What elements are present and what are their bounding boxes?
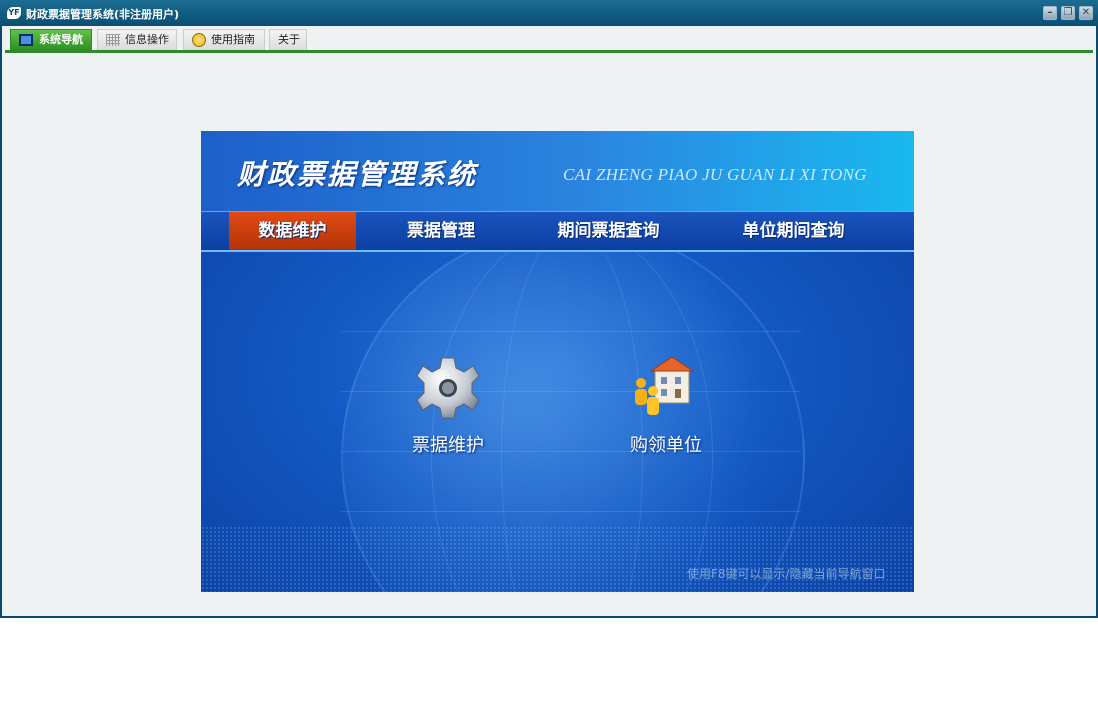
navigation-panel: 财政票据管理系统 CAI ZHENG PIAO JU GUAN LI XI TO… xyxy=(201,131,914,592)
tab-system-navigation[interactable]: 系统导航 xyxy=(10,29,92,51)
app-logo-icon: YF xyxy=(7,7,21,19)
menu-data-maintenance[interactable]: 数据维护 xyxy=(229,212,356,250)
header-banner: 财政票据管理系统 CAI ZHENG PIAO JU GUAN LI XI TO… xyxy=(201,131,914,211)
system-logo-title: 财政票据管理系统 xyxy=(237,158,478,191)
minimize-button[interactable]: – xyxy=(1043,6,1057,20)
gear-icon xyxy=(416,357,480,419)
function-label: 票据维护 xyxy=(412,435,484,456)
close-icon: ✕ xyxy=(1081,7,1091,18)
tab-label: 使用指南 xyxy=(211,33,255,46)
tab-info-operation[interactable]: 信息操作 xyxy=(97,29,177,51)
module-menu: 数据维护 票据管理 期间票据查询 单位期间查询 xyxy=(201,211,914,252)
menu-unit-period-query[interactable]: 单位期间查询 xyxy=(726,212,861,250)
window-title: 财政票据管理系统(非注册用户) xyxy=(26,8,180,21)
tab-about[interactable]: 关于 xyxy=(269,29,307,51)
building-people-icon xyxy=(635,356,695,415)
grid-icon xyxy=(106,34,120,46)
function-purchasing-unit[interactable]: 购领单位 xyxy=(611,353,721,463)
minimize-icon: – xyxy=(1047,7,1053,18)
restore-button[interactable]: ❐ xyxy=(1061,6,1075,20)
tab-user-guide[interactable]: 使用指南 xyxy=(183,29,265,51)
tab-label: 信息操作 xyxy=(125,33,169,46)
close-button[interactable]: ✕ xyxy=(1079,6,1093,20)
monitor-icon xyxy=(19,34,33,46)
menu-period-ticket-query[interactable]: 期间票据查询 xyxy=(541,212,676,250)
function-ticket-maintenance[interactable]: 票据维护 xyxy=(393,353,503,463)
title-bar[interactable]: YF 财政票据管理系统(非注册用户) – ❐ ✕ xyxy=(0,0,1098,26)
menu-ticket-management[interactable]: 票据管理 xyxy=(381,212,501,250)
function-label: 购领单位 xyxy=(630,435,702,456)
smiley-icon xyxy=(192,33,206,47)
restore-icon: ❐ xyxy=(1063,7,1073,18)
system-logo-pinyin: CAI ZHENG PIAO JU GUAN LI XI TONG xyxy=(563,165,867,184)
dot-pattern xyxy=(201,526,914,592)
tab-bar: 系统导航 信息操作 使用指南 关于 xyxy=(5,26,1095,52)
tab-label: 关于 xyxy=(278,33,300,46)
f8-hint-text: 使用F8键可以显示/隐藏当前导航窗口 xyxy=(687,567,886,581)
tab-label: 系统导航 xyxy=(39,33,83,46)
tab-underline xyxy=(5,50,1093,53)
